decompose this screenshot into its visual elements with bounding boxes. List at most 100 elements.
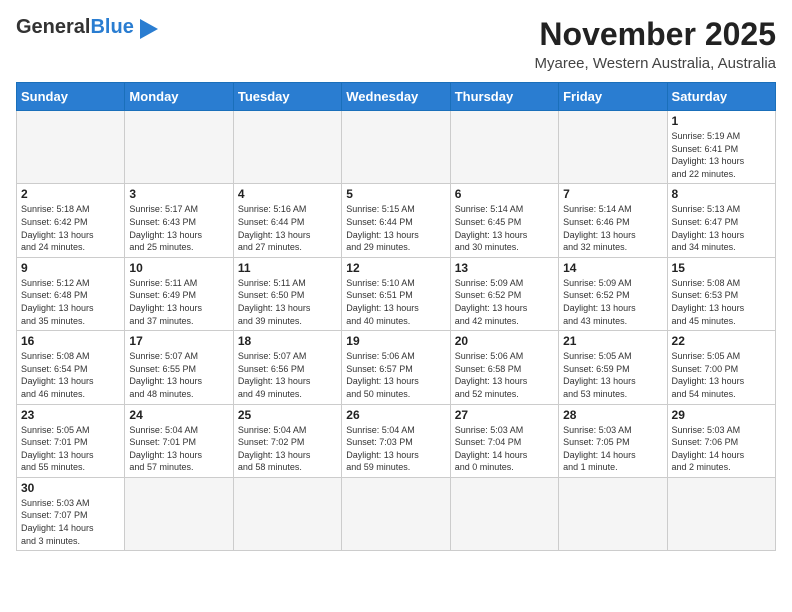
calendar-day-cell: 13Sunrise: 5:09 AM Sunset: 6:52 PM Dayli…: [450, 257, 558, 330]
calendar-day-cell: [450, 477, 558, 550]
calendar-day-cell: 1Sunrise: 5:19 AM Sunset: 6:41 PM Daylig…: [667, 111, 775, 184]
calendar-day-cell: 11 Sunrise: 5:11 AM Sunset: 6:50 PM Dayli…: [233, 257, 341, 330]
location: Myaree, Western Australia, Australia: [535, 55, 777, 72]
day-number: 13: [455, 261, 554, 275]
calendar-header-row: SundayMondayTuesdayWednesdayThursdayFrid…: [17, 83, 776, 111]
day-info: Sunrise: 5:17 AM Sunset: 6:43 PM Dayligh…: [129, 203, 228, 253]
day-of-week-header: Saturday: [667, 83, 775, 111]
day-number: 14: [563, 261, 662, 275]
calendar-day-cell: 18 Sunrise: 5:07 AM Sunset: 6:56 PM Dayli…: [233, 331, 341, 404]
day-number: 25: [238, 408, 337, 422]
day-info: Sunrise: 5:11 AM Sunset: 6:50 PM Dayligh…: [238, 277, 337, 327]
calendar-day-cell: 28Sunrise: 5:03 AM Sunset: 7:05 PM Dayli…: [559, 404, 667, 477]
calendar-day-cell: 29 Sunrise: 5:03 AM Sunset: 7:06 PM Dayli…: [667, 404, 775, 477]
day-info: Sunrise: 5:18 AM Sunset: 6:42 PM Dayligh…: [21, 203, 120, 253]
calendar-day-cell: 30 Sunrise: 5:03 AM Sunset: 7:07 PM Dayli…: [17, 477, 125, 550]
day-info: Sunrise: 5:07 AM Sunset: 6:55 PM Dayligh…: [129, 350, 228, 400]
calendar-day-cell: 7Sunrise: 5:14 AM Sunset: 6:46 PM Daylig…: [559, 184, 667, 257]
day-number: 17: [129, 334, 228, 348]
calendar-day-cell: 23Sunrise: 5:05 AM Sunset: 7:01 PM Dayli…: [17, 404, 125, 477]
calendar-day-cell: 8Sunrise: 5:13 AM Sunset: 6:47 PM Daylig…: [667, 184, 775, 257]
day-info: Sunrise: 5:07 AM Sunset: 6:56 PM Dayligh…: [238, 350, 337, 400]
day-number: 16: [21, 334, 120, 348]
day-info: Sunrise: 5:06 AM Sunset: 6:57 PM Dayligh…: [346, 350, 445, 400]
day-of-week-header: Thursday: [450, 83, 558, 111]
calendar-week-row: 1Sunrise: 5:19 AM Sunset: 6:41 PM Daylig…: [17, 111, 776, 184]
day-number: 26: [346, 408, 445, 422]
calendar-day-cell: 25 Sunrise: 5:04 AM Sunset: 7:02 PM Dayli…: [233, 404, 341, 477]
day-info: Sunrise: 5:04 AM Sunset: 7:03 PM Dayligh…: [346, 424, 445, 474]
calendar-week-row: 2 Sunrise: 5:18 AM Sunset: 6:42 PM Daylig…: [17, 184, 776, 257]
day-number: 27: [455, 408, 554, 422]
month-title: November 2025: [535, 16, 777, 53]
day-info: Sunrise: 5:16 AM Sunset: 6:44 PM Dayligh…: [238, 203, 337, 253]
logo-triangle-icon: [140, 19, 158, 39]
calendar-day-cell: 27 Sunrise: 5:03 AM Sunset: 7:04 PM Dayli…: [450, 404, 558, 477]
calendar-day-cell: [233, 111, 341, 184]
day-info: Sunrise: 5:03 AM Sunset: 7:06 PM Dayligh…: [672, 424, 771, 474]
calendar-day-cell: 22 Sunrise: 5:05 AM Sunset: 7:00 PM Dayli…: [667, 331, 775, 404]
day-info: Sunrise: 5:08 AM Sunset: 6:54 PM Dayligh…: [21, 350, 120, 400]
calendar-day-cell: [559, 477, 667, 550]
calendar-day-cell: 19 Sunrise: 5:06 AM Sunset: 6:57 PM Dayli…: [342, 331, 450, 404]
day-info: Sunrise: 5:03 AM Sunset: 7:05 PM Dayligh…: [563, 424, 662, 474]
calendar-day-cell: 9 Sunrise: 5:12 AM Sunset: 6:48 PM Daylig…: [17, 257, 125, 330]
logo: GeneralBlue: [16, 16, 158, 39]
calendar-week-row: 16 Sunrise: 5:08 AM Sunset: 6:54 PM Dayli…: [17, 331, 776, 404]
day-info: Sunrise: 5:03 AM Sunset: 7:04 PM Dayligh…: [455, 424, 554, 474]
logo-blue: Blue: [90, 16, 133, 38]
day-number: 11: [238, 261, 337, 275]
day-info: Sunrise: 5:13 AM Sunset: 6:47 PM Dayligh…: [672, 203, 771, 253]
day-number: 5: [346, 187, 445, 201]
calendar-day-cell: 5 Sunrise: 5:15 AM Sunset: 6:44 PM Daylig…: [342, 184, 450, 257]
calendar-day-cell: 16 Sunrise: 5:08 AM Sunset: 6:54 PM Dayli…: [17, 331, 125, 404]
calendar-week-row: 9 Sunrise: 5:12 AM Sunset: 6:48 PM Daylig…: [17, 257, 776, 330]
day-number: 24: [129, 408, 228, 422]
calendar-day-cell: [125, 111, 233, 184]
day-info: Sunrise: 5:04 AM Sunset: 7:01 PM Dayligh…: [129, 424, 228, 474]
day-number: 2: [21, 187, 120, 201]
calendar-day-cell: 12 Sunrise: 5:10 AM Sunset: 6:51 PM Dayli…: [342, 257, 450, 330]
calendar-day-cell: 17 Sunrise: 5:07 AM Sunset: 6:55 PM Dayli…: [125, 331, 233, 404]
page-header: GeneralBlue November 2025 Myaree, Wester…: [16, 16, 776, 72]
calendar-table: SundayMondayTuesdayWednesdayThursdayFrid…: [16, 82, 776, 551]
calendar-day-cell: 15 Sunrise: 5:08 AM Sunset: 6:53 PM Dayli…: [667, 257, 775, 330]
day-number: 22: [672, 334, 771, 348]
day-number: 15: [672, 261, 771, 275]
calendar-day-cell: 20 Sunrise: 5:06 AM Sunset: 6:58 PM Dayli…: [450, 331, 558, 404]
day-number: 30: [21, 481, 120, 495]
day-info: Sunrise: 5:12 AM Sunset: 6:48 PM Dayligh…: [21, 277, 120, 327]
day-info: Sunrise: 5:15 AM Sunset: 6:44 PM Dayligh…: [346, 203, 445, 253]
day-number: 6: [455, 187, 554, 201]
day-info: Sunrise: 5:06 AM Sunset: 6:58 PM Dayligh…: [455, 350, 554, 400]
day-info: Sunrise: 5:10 AM Sunset: 6:51 PM Dayligh…: [346, 277, 445, 327]
day-info: Sunrise: 5:08 AM Sunset: 6:53 PM Dayligh…: [672, 277, 771, 327]
day-number: 4: [238, 187, 337, 201]
day-number: 29: [672, 408, 771, 422]
calendar-day-cell: 4 Sunrise: 5:16 AM Sunset: 6:44 PM Daylig…: [233, 184, 341, 257]
calendar-day-cell: 26 Sunrise: 5:04 AM Sunset: 7:03 PM Dayli…: [342, 404, 450, 477]
day-number: 12: [346, 261, 445, 275]
day-number: 9: [21, 261, 120, 275]
day-info: Sunrise: 5:05 AM Sunset: 6:59 PM Dayligh…: [563, 350, 662, 400]
calendar-day-cell: [125, 477, 233, 550]
day-number: 20: [455, 334, 554, 348]
day-info: Sunrise: 5:04 AM Sunset: 7:02 PM Dayligh…: [238, 424, 337, 474]
calendar-day-cell: [667, 477, 775, 550]
day-number: 19: [346, 334, 445, 348]
calendar-day-cell: [342, 111, 450, 184]
calendar-day-cell: [233, 477, 341, 550]
day-info: Sunrise: 5:11 AM Sunset: 6:49 PM Dayligh…: [129, 277, 228, 327]
day-info: Sunrise: 5:05 AM Sunset: 7:01 PM Dayligh…: [21, 424, 120, 474]
day-number: 3: [129, 187, 228, 201]
day-info: Sunrise: 5:03 AM Sunset: 7:07 PM Dayligh…: [21, 497, 120, 547]
title-block: November 2025 Myaree, Western Australia,…: [535, 16, 777, 72]
day-of-week-header: Wednesday: [342, 83, 450, 111]
logo-text: GeneralBlue: [16, 16, 134, 39]
day-info: Sunrise: 5:09 AM Sunset: 6:52 PM Dayligh…: [563, 277, 662, 327]
day-info: Sunrise: 5:05 AM Sunset: 7:00 PM Dayligh…: [672, 350, 771, 400]
calendar-day-cell: 6Sunrise: 5:14 AM Sunset: 6:45 PM Daylig…: [450, 184, 558, 257]
calendar-day-cell: 10Sunrise: 5:11 AM Sunset: 6:49 PM Dayli…: [125, 257, 233, 330]
day-number: 18: [238, 334, 337, 348]
calendar-day-cell: 3 Sunrise: 5:17 AM Sunset: 6:43 PM Daylig…: [125, 184, 233, 257]
